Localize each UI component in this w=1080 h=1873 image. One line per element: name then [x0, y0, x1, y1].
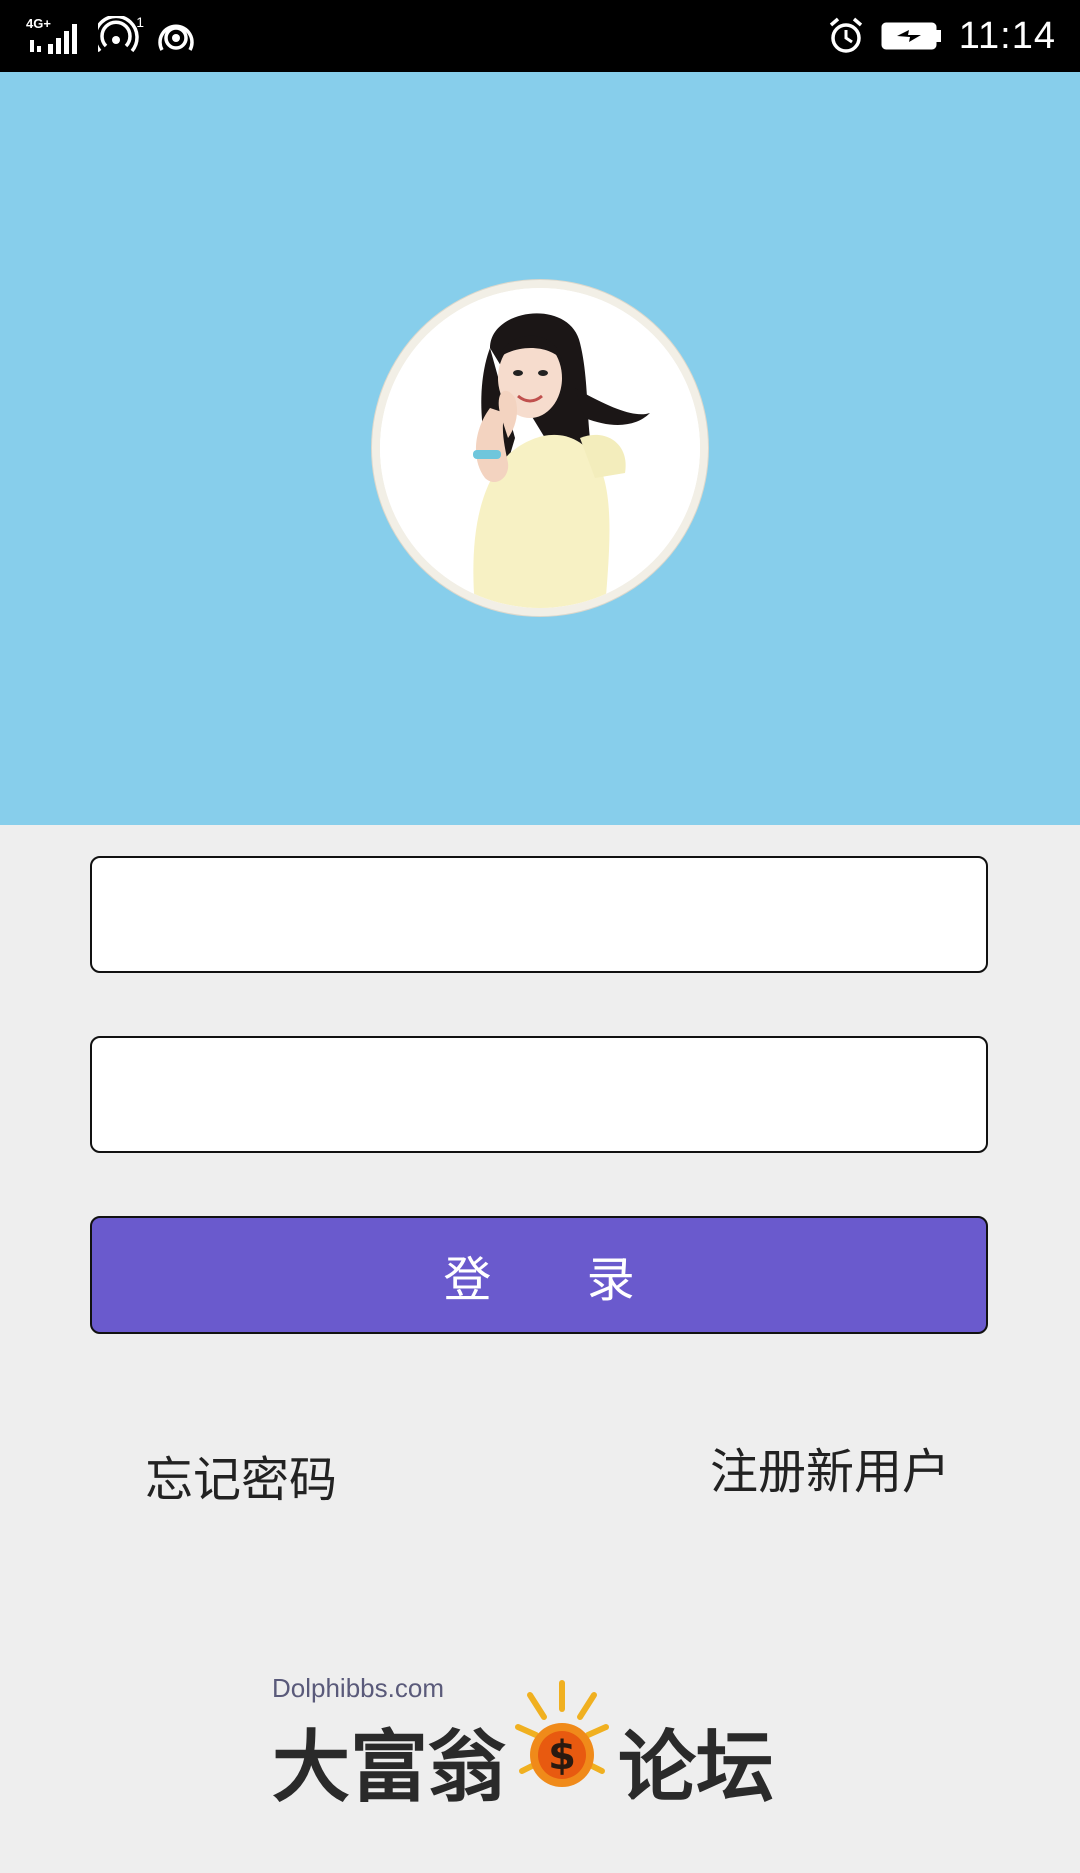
register-link[interactable]: 注册新用户 [710, 1432, 950, 1502]
alarm-icon [827, 16, 865, 56]
logo-name-left: 大富翁 [272, 1722, 507, 1813]
hotspot-icon: 1 [93, 14, 144, 56]
header-banner [0, 72, 1080, 825]
status-right-icons: 11:14 [827, 14, 1056, 58]
logo-name-right: 论坛 [618, 1722, 775, 1813]
username-input[interactable] [92, 858, 986, 971]
svg-text:$: $ [548, 1733, 576, 1779]
password-input[interactable] [92, 1038, 986, 1151]
sim-number: 1 [136, 14, 144, 30]
status-left-icons: 4G+ 1 [26, 14, 194, 58]
avatar[interactable] [372, 280, 708, 616]
sun-coin-icon: $ [512, 1675, 612, 1805]
avatar-photo [380, 288, 700, 608]
clock: 11:14 [958, 14, 1056, 57]
password-field[interactable] [90, 1036, 988, 1153]
forum-logo: Dolphibbs.com 大富翁 $ 论坛 [268, 1665, 808, 1815]
logo-domain: Dolphibbs.com [272, 1673, 444, 1703]
forgot-password-link[interactable]: 忘记密码 [145, 1440, 337, 1510]
status-bar: 4G+ 1 11:14 [0, 0, 1080, 72]
username-field[interactable] [90, 856, 988, 973]
battery-charging-icon [881, 16, 943, 56]
login-button[interactable]: 登 录 [90, 1216, 988, 1334]
wifi-icon [158, 16, 194, 56]
signal-icon: 4G+ [26, 16, 84, 56]
